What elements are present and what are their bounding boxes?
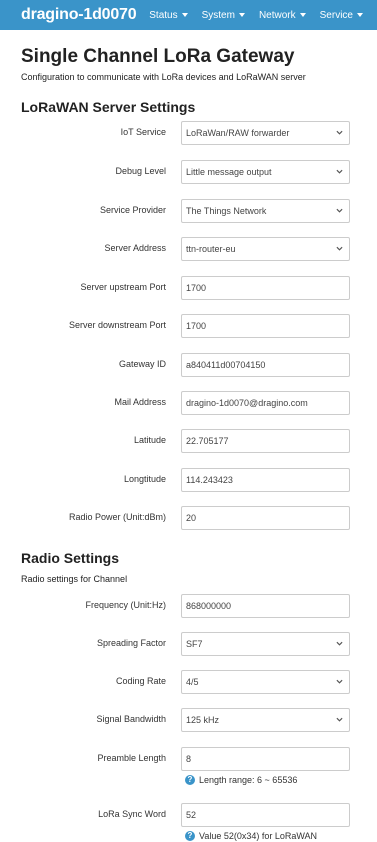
caret-down-icon <box>181 13 188 17</box>
frequency-row: Frequency (Unit:Hz) 868000000 <box>0 594 377 618</box>
server-address-row: Server Address ttn-router-eu <box>0 237 377 261</box>
nav-service-label: Service <box>319 9 353 21</box>
coding-rate-row: Coding Rate 4/5 <box>0 670 377 694</box>
preamble-length-help-text: Length range: 6 ~ 65536 <box>199 775 298 785</box>
preamble-length-input[interactable]: 8 <box>181 747 350 771</box>
server-address-select[interactable]: ttn-router-eu <box>181 237 350 261</box>
service-provider-label: Service Provider <box>99 205 166 215</box>
nav-status-menu[interactable]: Status <box>149 9 188 21</box>
spreading-factor-value: SF7 <box>186 639 203 649</box>
caret-down-icon <box>238 13 245 17</box>
chevron-down-icon <box>336 679 343 684</box>
debug-level-value: Little message output <box>186 167 272 177</box>
chevron-down-icon <box>336 169 343 174</box>
latitude-row: Latitude 22.705177 <box>0 429 377 453</box>
sync-word-input[interactable]: 52 <box>181 803 350 827</box>
chevron-down-icon <box>336 717 343 722</box>
debug-level-row: Debug Level Little message output <box>0 160 377 184</box>
chevron-down-icon <box>336 641 343 646</box>
radio-power-row: Radio Power (Unit:dBm) 20 <box>0 506 377 530</box>
upstream-port-label: Server upstream Port <box>80 282 166 292</box>
chevron-down-icon <box>336 208 343 213</box>
spreading-factor-select[interactable]: SF7 <box>181 632 350 656</box>
downstream-port-row: Server downstream Port 1700 <box>0 314 377 338</box>
latitude-label: Latitude <box>133 435 166 445</box>
iot-service-select[interactable]: LoRaWan/RAW forwarder <box>181 121 350 145</box>
frequency-input[interactable]: 868000000 <box>181 594 350 618</box>
longitude-label: Longtitude <box>123 474 166 484</box>
radio-power-input[interactable]: 20 <box>181 506 350 530</box>
signal-bandwidth-value: 125 kHz <box>186 715 220 725</box>
preamble-length-help: ? Length range: 6 ~ 65536 <box>185 775 297 785</box>
nav-status-label: Status <box>149 9 178 21</box>
gateway-id-input[interactable]: a840411d00704150 <box>181 353 350 377</box>
service-provider-row: Service Provider The Things Network <box>0 199 377 223</box>
help-question-icon: ? <box>185 831 195 841</box>
coding-rate-label: Coding Rate <box>115 676 166 686</box>
sync-word-help: ? Value 52(0x34) for LoRaWAN <box>185 831 317 841</box>
preamble-length-row: Preamble Length 8 <box>0 747 377 771</box>
help-question-icon: ? <box>185 775 195 785</box>
longitude-row: Longtitude 114.243423 <box>0 468 377 492</box>
caret-down-icon <box>357 13 363 17</box>
spreading-factor-label: Spreading Factor <box>96 638 166 648</box>
service-provider-value: The Things Network <box>186 206 267 216</box>
nav-network-label: Network <box>258 9 296 21</box>
longitude-input[interactable]: 114.243423 <box>181 468 350 492</box>
preamble-length-label: Preamble Length <box>97 753 166 763</box>
spreading-factor-row: Spreading Factor SF7 <box>0 632 377 656</box>
coding-rate-value: 4/5 <box>186 677 199 687</box>
mail-address-input[interactable]: dragino-1d0070@dragino.com <box>181 391 350 415</box>
server-address-value: ttn-router-eu <box>186 244 236 254</box>
coding-rate-select[interactable]: 4/5 <box>181 670 350 694</box>
sync-word-help-text: Value 52(0x34) for LoRaWAN <box>199 831 318 841</box>
radio-section-description: Radio settings for Channel <box>21 574 128 584</box>
caret-down-icon <box>299 13 306 17</box>
chevron-down-icon <box>336 246 343 251</box>
debug-level-select[interactable]: Little message output <box>181 160 350 184</box>
latitude-input[interactable]: 22.705177 <box>181 429 350 453</box>
radio-power-label: Radio Power (Unit:dBm) <box>68 512 166 522</box>
signal-bandwidth-select[interactable]: 125 kHz <box>181 708 350 732</box>
iot-service-value: LoRaWan/RAW forwarder <box>186 128 290 138</box>
nav-system-menu[interactable]: System <box>202 10 245 21</box>
upstream-port-row: Server upstream Port 1700 <box>0 276 377 300</box>
chevron-down-icon <box>336 130 343 135</box>
radio-section-title: Radio Settings <box>21 550 120 566</box>
brand-title[interactable]: dragino-1d0070 <box>0 6 149 24</box>
iot-service-row: IoT Service LoRaWan/RAW forwarder <box>0 121 377 145</box>
top-navbar: dragino-1d0070 Status System Network Ser… <box>0 0 377 30</box>
service-provider-select[interactable]: The Things Network <box>181 199 350 223</box>
server-address-label: Server Address <box>104 243 166 253</box>
gateway-id-label: Gateway ID <box>118 359 166 369</box>
iot-service-label: IoT Service <box>120 127 166 137</box>
sync-word-label: LoRa Sync Word <box>98 809 166 819</box>
mail-address-row: Mail Address dragino-1d0070@dragino.com <box>0 391 377 415</box>
nav-network-menu[interactable]: Network <box>259 10 306 21</box>
frequency-label: Frequency (Unit:Hz) <box>85 600 166 610</box>
gateway-id-row: Gateway ID a840411d00704150 <box>0 353 377 377</box>
debug-level-label: Debug Level <box>115 166 166 176</box>
signal-bandwidth-label: Signal Bandwidth <box>96 714 166 724</box>
signal-bandwidth-row: Signal Bandwidth 125 kHz <box>0 708 377 732</box>
sync-word-row: LoRa Sync Word 52 <box>0 803 377 827</box>
page-title: Single Channel LoRa Gateway <box>21 46 295 67</box>
downstream-port-label: Server downstream Port <box>68 320 166 330</box>
lorawan-section-title: LoRaWAN Server Settings <box>21 99 196 115</box>
upstream-port-input[interactable]: 1700 <box>181 276 350 300</box>
nav-service-menu[interactable]: Service <box>320 10 363 21</box>
downstream-port-input[interactable]: 1700 <box>181 314 350 338</box>
page-description: Configuration to communicate with LoRa d… <box>21 72 306 82</box>
mail-address-label: Mail Address <box>114 397 166 407</box>
nav-system-label: System <box>201 9 235 21</box>
